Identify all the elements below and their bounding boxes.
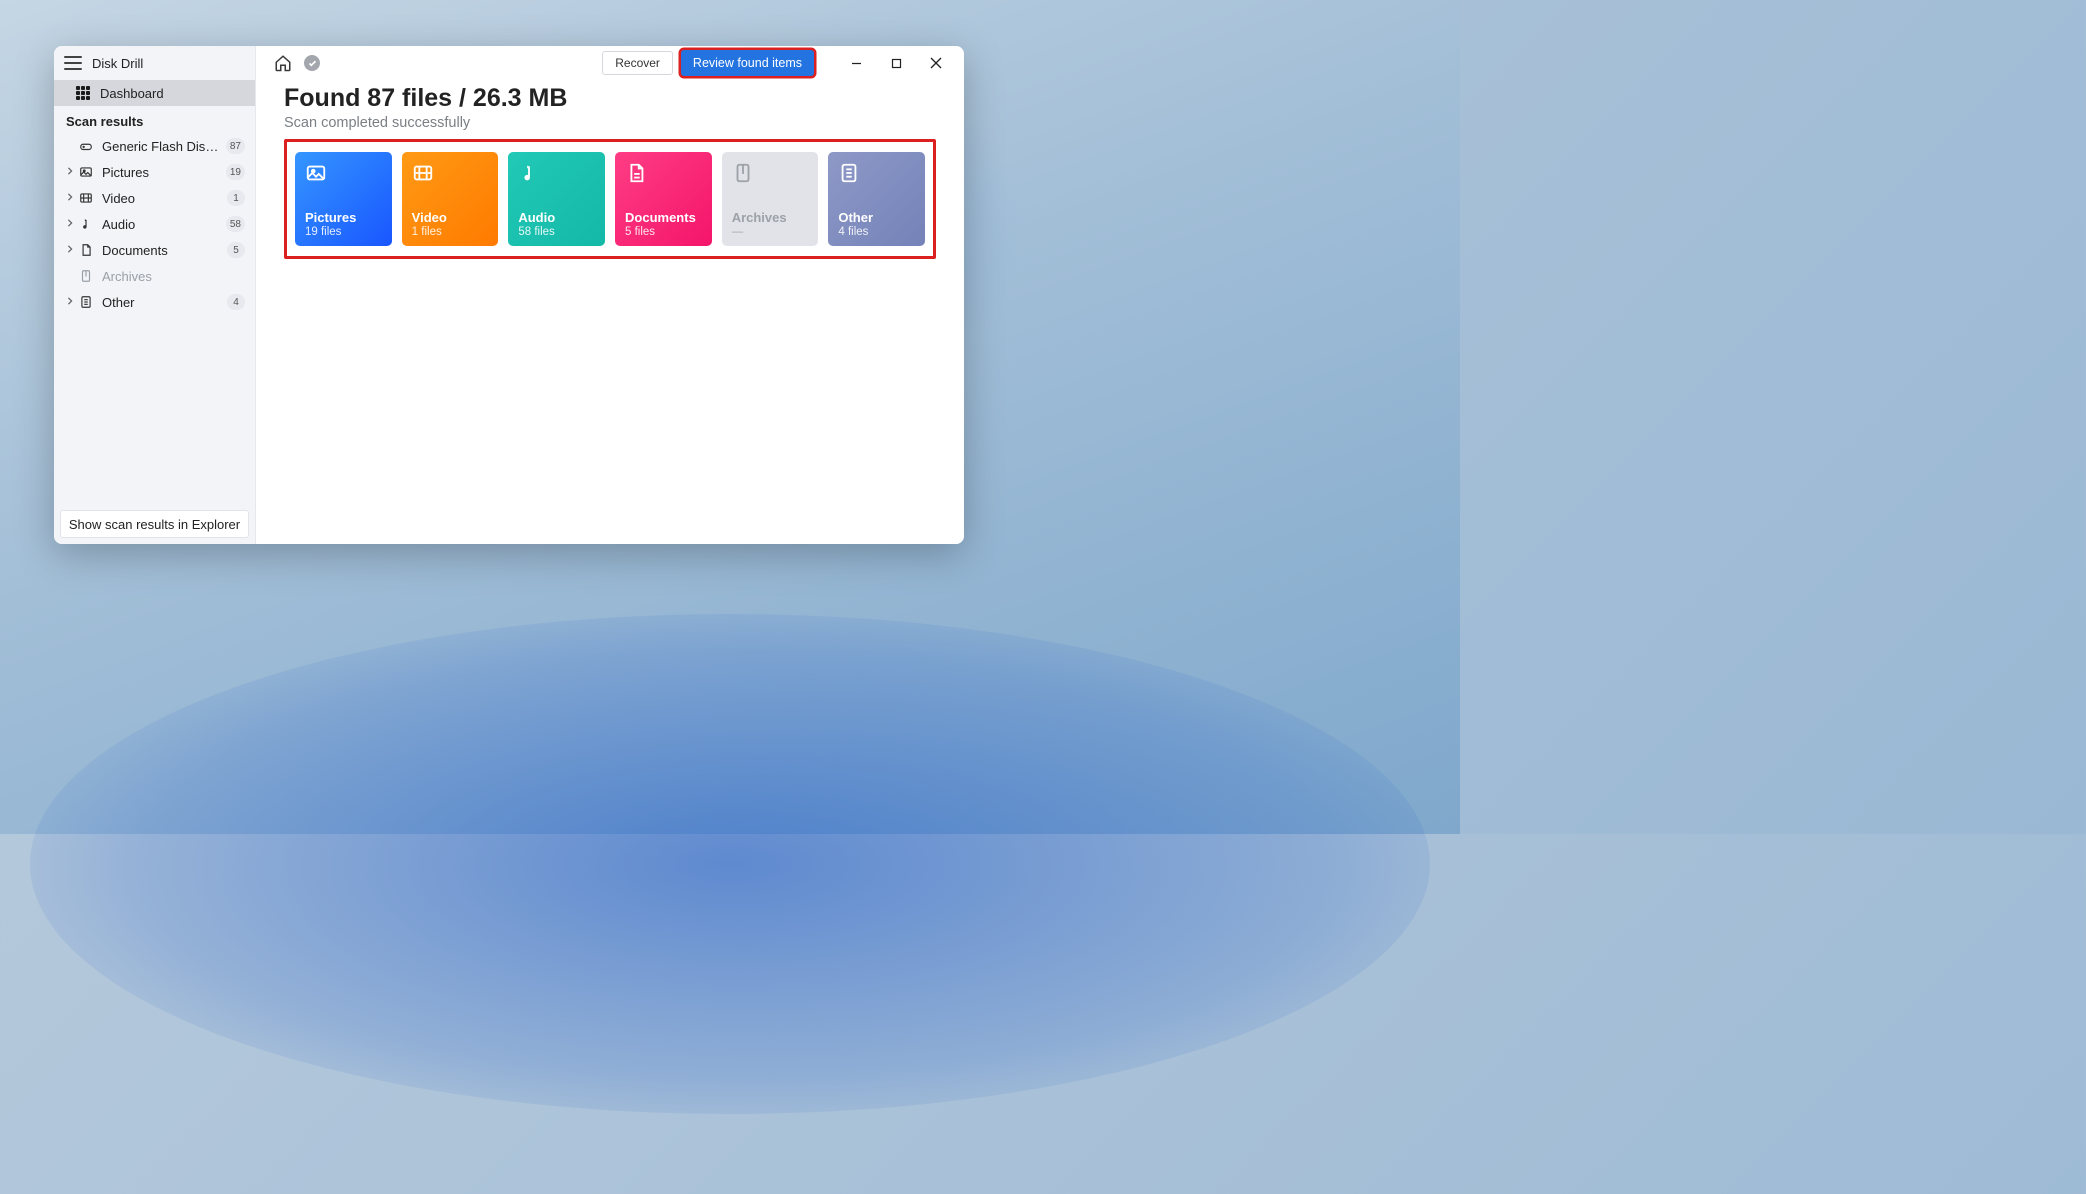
dashboard-icon: [76, 86, 90, 100]
sidebar-tree: Generic Flash Disk USB D…87Pictures19Vid…: [54, 133, 255, 315]
chevron-right-icon: [66, 167, 74, 178]
category-card-documents[interactable]: Documents5 files: [615, 152, 712, 246]
sidebar-item-audio[interactable]: Audio 58: [54, 211, 255, 237]
sidebar-item-pictures[interactable]: Pictures 19: [54, 159, 255, 185]
chevron-right-icon: [66, 297, 74, 308]
nav-label: Dashboard: [100, 86, 164, 101]
chevron-right-icon: [66, 193, 74, 204]
hamburger-menu-icon[interactable]: [64, 56, 82, 70]
tree-item-label: Documents: [102, 243, 223, 258]
sidebar-item-archives: Archives: [54, 263, 255, 289]
card-title: Documents: [625, 210, 702, 225]
count-badge: 4: [227, 294, 245, 310]
sidebar: Disk Drill Dashboard Scan results Generi…: [54, 46, 256, 544]
category-card-other[interactable]: Other4 files: [828, 152, 925, 246]
wallpaper-bloom: [30, 614, 1430, 1114]
archives-icon: [732, 162, 754, 184]
card-count: 58 files: [518, 226, 595, 238]
card-title: Audio: [518, 210, 595, 225]
recover-button[interactable]: Recover: [602, 51, 673, 75]
card-title: Other: [838, 210, 915, 225]
card-count: 4 files: [838, 226, 915, 238]
video-icon: [78, 190, 94, 206]
show-in-explorer-button[interactable]: Show scan results in Explorer: [60, 510, 249, 538]
minimize-icon[interactable]: [848, 55, 864, 71]
chevron-right-icon: [66, 245, 74, 256]
sidebar-item-disk[interactable]: Generic Flash Disk USB D… 87: [54, 133, 255, 159]
scan-complete-icon: [304, 55, 320, 71]
sidebar-item-documents[interactable]: Documents 5: [54, 237, 255, 263]
count-badge: 19: [226, 164, 245, 180]
count-badge: 1: [227, 190, 245, 206]
documents-icon: [625, 162, 647, 184]
disk-icon: [78, 138, 94, 154]
card-count: 5 files: [625, 226, 702, 238]
sidebar-item-other[interactable]: Other 4: [54, 289, 255, 315]
card-count: 19 files: [305, 226, 382, 238]
tree-item-label: Archives: [102, 269, 245, 284]
app-title: Disk Drill: [92, 56, 143, 71]
category-cards: Pictures19 filesVideo1 filesAudio58 file…: [284, 139, 936, 259]
category-card-video[interactable]: Video1 files: [402, 152, 499, 246]
tree-item-label: Other: [102, 295, 223, 310]
category-card-archives: Archives—: [722, 152, 819, 246]
tree-item-label: Video: [102, 191, 223, 206]
category-card-audio[interactable]: Audio58 files: [508, 152, 605, 246]
results-subheadline: Scan completed successfully: [284, 115, 936, 131]
audio-icon: [78, 216, 94, 232]
close-icon[interactable]: [928, 55, 944, 71]
tree-item-label: Audio: [102, 217, 222, 232]
sidebar-header: Disk Drill: [54, 46, 255, 80]
pictures-icon: [78, 164, 94, 180]
content-header: Recover Review found items: [256, 46, 964, 80]
maximize-icon[interactable]: [888, 55, 904, 71]
tree-item-label: Generic Flash Disk USB D…: [102, 139, 222, 154]
audio-icon: [518, 162, 540, 184]
category-card-pictures[interactable]: Pictures19 files: [295, 152, 392, 246]
content-pane: Recover Review found items Found 87 file…: [256, 46, 964, 544]
sidebar-item-video[interactable]: Video 1: [54, 185, 255, 211]
home-icon[interactable]: [274, 54, 292, 72]
tree-item-label: Pictures: [102, 165, 222, 180]
count-badge: 58: [226, 216, 245, 232]
sidebar-item-dashboard[interactable]: Dashboard: [54, 80, 255, 106]
count-badge: 5: [227, 242, 245, 258]
content-body: Found 87 files / 26.3 MB Scan completed …: [256, 80, 964, 544]
sidebar-section-header: Scan results: [54, 108, 255, 133]
other-icon: [78, 294, 94, 310]
card-title: Pictures: [305, 210, 382, 225]
archives-icon: [78, 268, 94, 284]
other-icon: [838, 162, 860, 184]
pictures-icon: [305, 162, 327, 184]
documents-icon: [78, 242, 94, 258]
sidebar-footer: Show scan results in Explorer: [54, 504, 255, 544]
card-title: Archives: [732, 210, 809, 225]
video-icon: [412, 162, 434, 184]
card-title: Video: [412, 210, 489, 225]
card-count: —: [732, 226, 809, 238]
review-found-items-button[interactable]: Review found items: [681, 50, 814, 76]
results-headline: Found 87 files / 26.3 MB: [284, 84, 936, 113]
card-count: 1 files: [412, 226, 489, 238]
chevron-right-icon: [66, 219, 74, 230]
app-window: Disk Drill Dashboard Scan results Generi…: [54, 46, 964, 544]
count-badge: 87: [226, 138, 245, 154]
